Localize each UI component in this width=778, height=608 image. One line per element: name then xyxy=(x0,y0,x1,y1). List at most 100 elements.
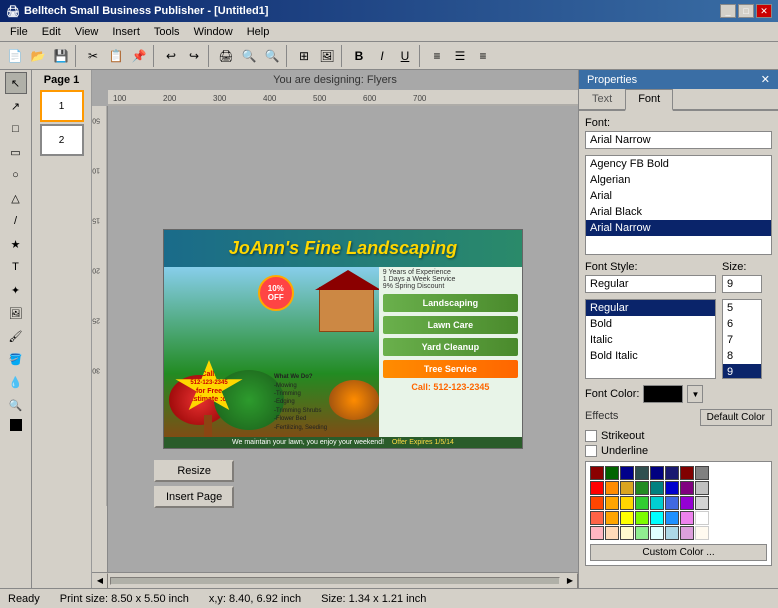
color-lightgray[interactable] xyxy=(695,496,709,510)
color-lightcyan[interactable] xyxy=(650,526,664,540)
flyer[interactable]: JoAnn's Fine Landscaping xyxy=(163,229,523,449)
font-input[interactable] xyxy=(585,131,772,149)
menu-edit[interactable]: Edit xyxy=(36,24,67,40)
color-yellow[interactable] xyxy=(620,511,634,525)
size-5[interactable]: 5 xyxy=(723,300,761,316)
tool-zoom[interactable]: 🔍 xyxy=(5,394,27,416)
clip-btn[interactable]: 🖼 xyxy=(316,45,338,67)
tab-font[interactable]: Font xyxy=(625,89,673,111)
color-darkviolet[interactable] xyxy=(680,496,694,510)
tool-rounded-rect[interactable]: ▭ xyxy=(5,141,27,163)
color-peach[interactable] xyxy=(605,526,619,540)
color-medblue[interactable] xyxy=(665,481,679,495)
color-dodgerblue[interactable] xyxy=(665,511,679,525)
grid-btn[interactable]: ⊞ xyxy=(293,45,315,67)
color-orange[interactable] xyxy=(605,496,619,510)
underline-btn[interactable]: U xyxy=(394,45,416,67)
close-btn[interactable]: ✕ xyxy=(756,4,772,18)
color-midnightblue[interactable] xyxy=(665,466,679,480)
font-list[interactable]: Agency FB Bold Algerian Arial Arial Blac… xyxy=(585,155,772,255)
scroll-left-btn[interactable]: ◀ xyxy=(92,573,108,589)
font-item-agency[interactable]: Agency FB Bold xyxy=(586,156,771,172)
tool-ellipse[interactable]: ○ xyxy=(5,164,27,186)
color-lightpink[interactable] xyxy=(590,526,604,540)
tool-fill[interactable]: 🪣 xyxy=(5,348,27,370)
zoom-out-btn[interactable]: 🔍 xyxy=(261,45,283,67)
color-violet[interactable] xyxy=(680,511,694,525)
resize-btn[interactable]: Resize xyxy=(154,460,234,482)
menu-window[interactable]: Window xyxy=(188,24,239,40)
underline-checkbox[interactable] xyxy=(585,445,597,457)
color-goldenrod[interactable] xyxy=(620,481,634,495)
color-darkslate[interactable] xyxy=(635,466,649,480)
open-btn[interactable]: 📂 xyxy=(27,45,49,67)
style-list[interactable]: Regular Bold Italic Bold Italic xyxy=(585,299,716,379)
menu-insert[interactable]: Insert xyxy=(106,24,146,40)
align-center-btn[interactable]: ☰ xyxy=(449,45,471,67)
style-bold[interactable]: Bold xyxy=(586,316,715,332)
tool-eyedrop[interactable]: 💧 xyxy=(5,371,27,393)
color-royalblue[interactable] xyxy=(665,496,679,510)
style-italic[interactable]: Italic xyxy=(586,332,715,348)
style-regular[interactable]: Regular xyxy=(586,300,715,316)
title-bar-controls[interactable]: _ □ ✕ xyxy=(720,4,772,18)
color-orange2[interactable] xyxy=(605,511,619,525)
font-color-dropdown[interactable]: ▼ xyxy=(687,385,703,403)
color-gold[interactable] xyxy=(620,496,634,510)
tool-select[interactable]: ↖ xyxy=(5,72,27,94)
save-btn[interactable]: 💾 xyxy=(50,45,72,67)
minimize-btn[interactable]: _ xyxy=(720,4,736,18)
font-item-arial-narrow[interactable]: Arial Narrow xyxy=(586,220,771,236)
new-btn[interactable]: 📄 xyxy=(4,45,26,67)
tool-paint[interactable]: 🖌 xyxy=(5,325,27,347)
style-bold-italic[interactable]: Bold Italic xyxy=(586,348,715,364)
menu-file[interactable]: File xyxy=(4,24,34,40)
color-grid[interactable] xyxy=(590,466,767,540)
font-item-arial[interactable]: Arial xyxy=(586,188,771,204)
canvas-page[interactable]: JoAnn's Fine Landscaping xyxy=(108,106,578,572)
page-thumb-2[interactable]: 2 xyxy=(40,124,84,156)
color-lightgreen[interactable] xyxy=(635,526,649,540)
size-8[interactable]: 8 xyxy=(723,348,761,364)
custom-color-btn[interactable]: Custom Color ... xyxy=(590,544,767,561)
tool-image[interactable]: 🖼 xyxy=(5,302,27,324)
color-purple[interactable] xyxy=(680,481,694,495)
color-orangered[interactable] xyxy=(590,496,604,510)
tool-special[interactable]: ✦ xyxy=(5,279,27,301)
color-maroon[interactable] xyxy=(680,466,694,480)
undo-btn[interactable]: ↩ xyxy=(160,45,182,67)
font-item-algerian[interactable]: Algerian xyxy=(586,172,771,188)
page-thumb-1[interactable]: 1 xyxy=(40,90,84,122)
italic-btn[interactable]: I xyxy=(371,45,393,67)
size-7[interactable]: 7 xyxy=(723,332,761,348)
color-floralwhite[interactable] xyxy=(695,526,709,540)
h-scroll[interactable]: ◀ ▶ xyxy=(92,572,578,588)
flyer-btn-lawn-care[interactable]: Lawn Care xyxy=(383,316,518,334)
color-lightblue[interactable] xyxy=(665,526,679,540)
color-cyan[interactable] xyxy=(650,511,664,525)
color-white[interactable] xyxy=(695,511,709,525)
color-darkorange[interactable] xyxy=(605,481,619,495)
align-right-btn[interactable]: ≡ xyxy=(472,45,494,67)
align-left-btn[interactable]: ≡ xyxy=(426,45,448,67)
tool-line[interactable]: / xyxy=(5,210,27,232)
color-darkturquoise[interactable] xyxy=(650,496,664,510)
color-navy[interactable] xyxy=(650,466,664,480)
color-darkgreen[interactable] xyxy=(605,466,619,480)
color-forestgreen[interactable] xyxy=(635,481,649,495)
scroll-right-btn[interactable]: ▶ xyxy=(562,573,578,589)
font-color-swatch[interactable] xyxy=(643,385,683,403)
h-scroll-track[interactable] xyxy=(110,577,560,585)
color-gray[interactable] xyxy=(695,466,709,480)
strikeout-checkbox[interactable] xyxy=(585,430,597,442)
default-color-btn[interactable]: Default Color xyxy=(700,409,772,426)
color-teal[interactable] xyxy=(650,481,664,495)
insert-page-btn[interactable]: Insert Page xyxy=(154,486,234,508)
maximize-btn[interactable]: □ xyxy=(738,4,754,18)
tool-arrow[interactable]: ↗ xyxy=(5,95,27,117)
flyer-btn-tree-service[interactable]: Tree Service xyxy=(383,360,518,378)
print-preview-btn[interactable]: 🖨 xyxy=(215,45,237,67)
color-tomato[interactable] xyxy=(590,511,604,525)
color-limegreen[interactable] xyxy=(635,496,649,510)
flyer-btn-landscaping[interactable]: Landscaping xyxy=(383,294,518,312)
